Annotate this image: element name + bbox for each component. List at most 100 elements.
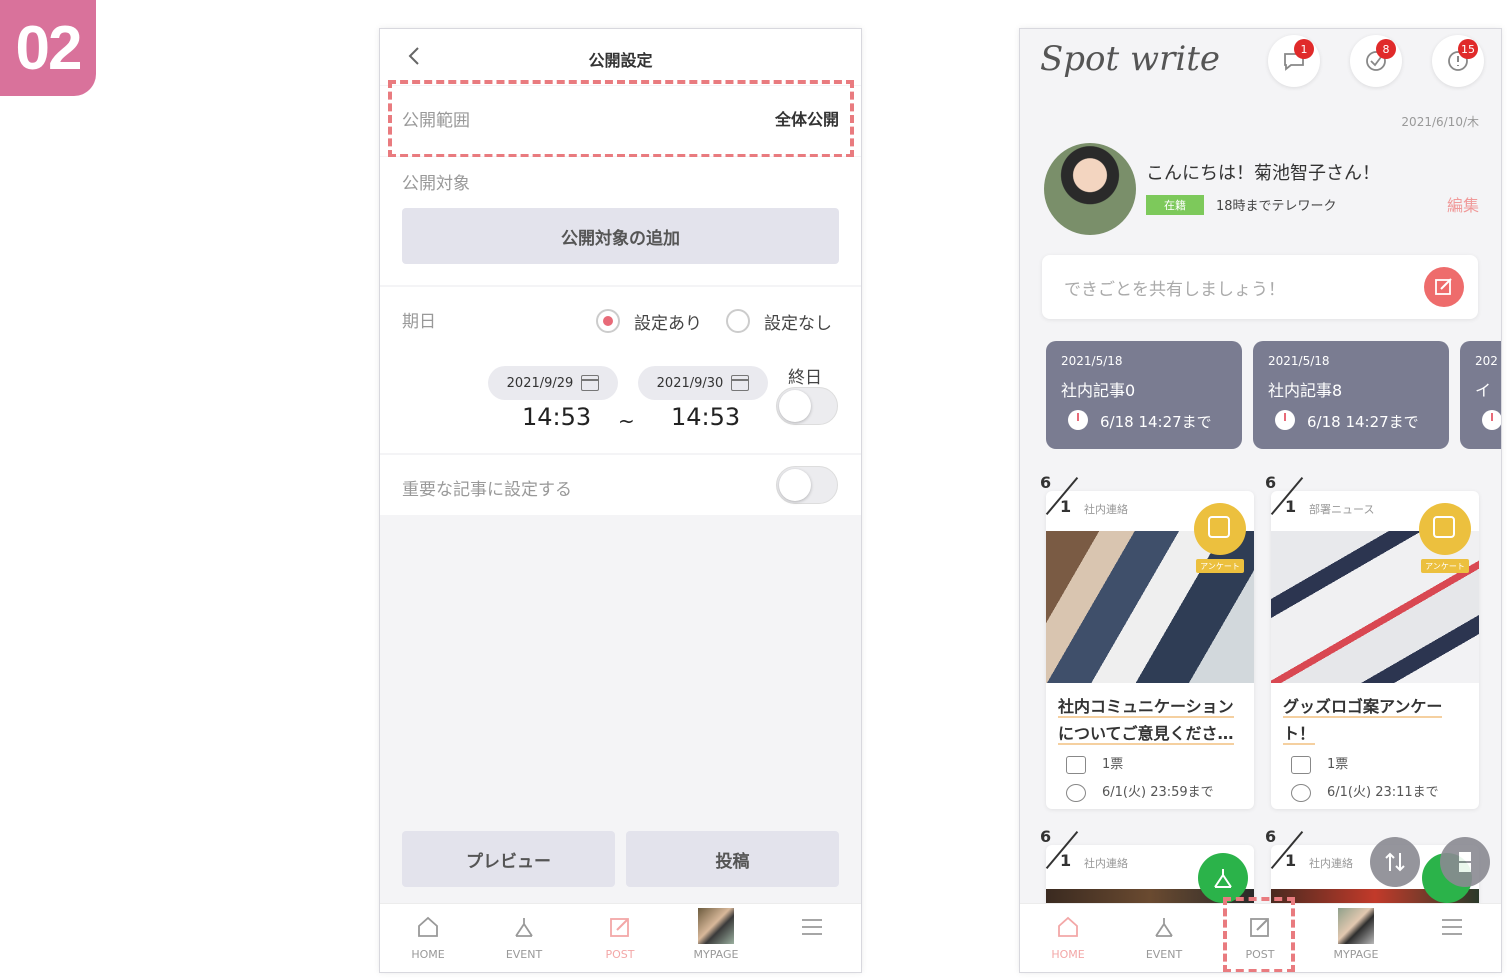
title-line: についてご意見くださ…: [1058, 724, 1234, 745]
clock-icon: [1291, 783, 1311, 802]
start-time[interactable]: 14:53: [522, 403, 591, 431]
sort-button[interactable]: [1370, 837, 1420, 887]
card-date: 2021/5/18: [1061, 354, 1123, 368]
greeting: こんにちは！菊池智子さん！: [1146, 163, 1380, 184]
tab-label: EVENT: [1145, 948, 1183, 961]
tab-home[interactable]: HOME: [1020, 914, 1116, 961]
status-badge: 在籍: [1146, 195, 1204, 215]
preview-button[interactable]: プレビュー: [402, 831, 615, 887]
radio-set-label: 設定あり: [634, 314, 702, 334]
important-toggle[interactable]: [776, 466, 838, 504]
date-day: 1: [1060, 851, 1072, 870]
deadline-row: 6/1(火) 23:59まで: [1066, 781, 1214, 802]
step-badge: 02: [0, 0, 96, 96]
chat-button[interactable]: 1: [1268, 35, 1320, 87]
survey-label: アンケート: [1196, 559, 1244, 573]
card-title: 社内記事0: [1061, 381, 1136, 400]
status-text: 18時までテレワーク: [1216, 199, 1337, 214]
all-day-label: 終日: [788, 368, 822, 388]
date-day: 1: [1285, 497, 1297, 516]
deadline-card[interactable]: 2021/5/18 社内記事8 6/18 14:27まで: [1253, 341, 1449, 449]
article-title: 社内コミュニケーション についてご意見くださ…: [1058, 693, 1246, 747]
settings-screen: 公開設定 公開範囲 全体公開 公開対象 公開対象の追加 期日 設定あり 設定なし…: [379, 28, 862, 973]
due-label: 期日: [402, 312, 436, 332]
end-date-picker[interactable]: 2021/9/30: [638, 366, 768, 400]
article-card[interactable]: 6 1 部署ニュース アンケート グッズロゴ案アンケー ト！ 1票 6/1(火)…: [1265, 473, 1479, 809]
target-label: 公開対象: [402, 174, 470, 194]
tab-event[interactable]: EVENT: [476, 914, 572, 961]
sort-icon: [1385, 852, 1405, 872]
event-icon: [1214, 869, 1232, 888]
avatar[interactable]: [1044, 143, 1136, 235]
tab-post[interactable]: POST: [572, 914, 668, 961]
post-button[interactable]: 投稿: [626, 831, 839, 887]
article-title: グッズロゴ案アンケー ト！: [1283, 693, 1471, 747]
alert-button[interactable]: 15: [1432, 35, 1484, 87]
event-fab[interactable]: [1198, 853, 1248, 903]
layout-icon: [1459, 852, 1471, 872]
deadline-row: 6/1(火) 23:11まで: [1291, 781, 1439, 802]
share-box[interactable]: できごとを共有しましょう！: [1042, 255, 1478, 319]
article-category: 部署ニュース: [1309, 503, 1375, 516]
date-month: 6: [1265, 827, 1277, 846]
title-line: グッズロゴ案アンケー: [1283, 697, 1443, 718]
avatar: [1338, 908, 1374, 944]
radio-unset-label: 設定なし: [764, 314, 832, 334]
survey-badge: アンケート: [1419, 503, 1471, 573]
tab-home[interactable]: HOME: [380, 914, 476, 961]
end-date: 2021/9/30: [656, 375, 724, 391]
article-date: 6 1: [1034, 827, 1086, 879]
tab-mypage[interactable]: MYPAGE: [668, 908, 764, 961]
tab-menu[interactable]: [1404, 914, 1500, 944]
vote-count-row: 1票: [1066, 753, 1123, 774]
home-screen: Spot write 1 8 15 2021/6/10/木 こんにちは！菊池智子…: [1019, 28, 1502, 973]
article-date: 6 1: [1259, 827, 1311, 879]
tab-label: POST: [605, 948, 635, 961]
survey-icon: [1433, 516, 1455, 538]
tab-label: HOME: [411, 948, 445, 961]
home-icon: [1058, 916, 1078, 937]
deadline-text: 6/1(火) 23:11まで: [1327, 785, 1439, 800]
vote-count-row: 1票: [1291, 753, 1348, 774]
important-label: 重要な記事に設定する: [402, 480, 572, 500]
tab-menu[interactable]: [764, 914, 860, 944]
add-target-button[interactable]: 公開対象の追加: [402, 208, 839, 264]
all-day-toggle[interactable]: [776, 387, 838, 425]
date-month: 6: [1040, 473, 1052, 492]
deadline-card[interactable]: 2021/5/18 社内記事0 6/18 14:27まで: [1046, 341, 1242, 449]
article-category: 社内連絡: [1084, 503, 1128, 516]
layout-button[interactable]: [1440, 837, 1490, 887]
avatar: [698, 908, 734, 944]
tab-event[interactable]: EVENT: [1116, 914, 1212, 961]
today-date: 2021/6/10/木: [1401, 115, 1479, 129]
card-date: 2021/5/18: [1268, 354, 1330, 368]
check-button[interactable]: 8: [1350, 35, 1402, 87]
menu-icon: [1442, 919, 1462, 935]
start-date: 2021/9/29: [506, 375, 574, 391]
article-category: 社内連絡: [1309, 857, 1353, 870]
edit-link[interactable]: 編集: [1447, 192, 1479, 216]
notification-badge: 15: [1458, 39, 1478, 59]
deadline-card[interactable]: 202 イ: [1460, 341, 1501, 449]
end-time[interactable]: 14:53: [671, 403, 740, 431]
notification-badge: 1: [1294, 39, 1314, 59]
highlight-box: [1223, 897, 1295, 972]
ballot-icon: [1291, 755, 1311, 774]
compose-button[interactable]: [1424, 267, 1464, 307]
event-icon: [1155, 918, 1173, 937]
start-date-picker[interactable]: 2021/9/29: [488, 366, 618, 400]
ballot-icon: [1066, 755, 1086, 774]
survey-label: アンケート: [1421, 559, 1469, 573]
calendar-icon: [731, 375, 750, 391]
tab-label: MYPAGE: [693, 948, 739, 961]
highlight-box: [388, 80, 854, 158]
deadline-text: 6/1(火) 23:59まで: [1102, 785, 1214, 800]
tab-mypage[interactable]: MYPAGE: [1308, 908, 1404, 961]
calendar-icon: [581, 375, 600, 391]
article-card[interactable]: 6 1 社内連絡 アンケート 社内コミュニケーション についてご意見くださ… 1…: [1040, 473, 1254, 809]
page-title: 公開設定: [588, 51, 653, 70]
radio-unset[interactable]: [726, 309, 750, 333]
radio-set[interactable]: [596, 309, 620, 333]
date-month: 6: [1265, 473, 1277, 492]
app-logo: Spot write: [1040, 39, 1221, 79]
